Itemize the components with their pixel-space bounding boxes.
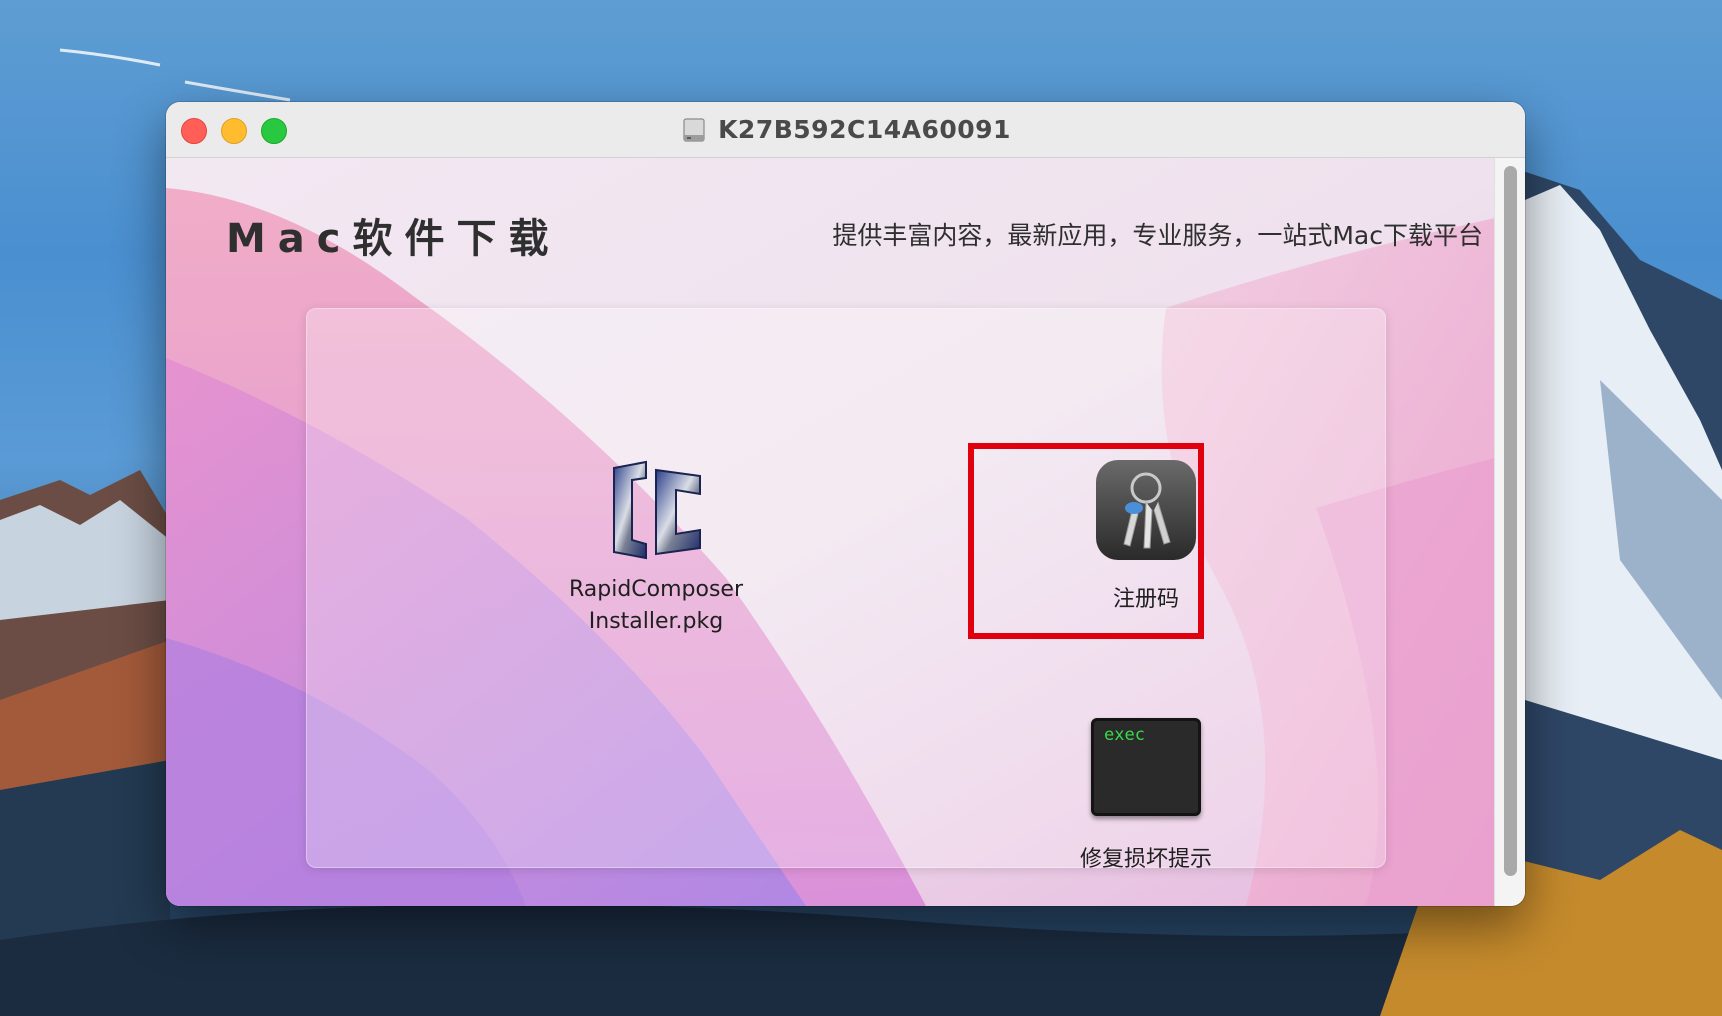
banner-tagline: 提供丰富内容，最新应用，专业服务，一站式Mac下载平台 bbox=[832, 221, 1483, 250]
window-title-group: K27B592C14A60091 bbox=[166, 102, 1525, 157]
window-title: K27B592C14A60091 bbox=[718, 115, 1011, 144]
highlight-box bbox=[968, 443, 1204, 639]
disk-image-icon bbox=[683, 117, 705, 142]
exec-icon-text: exec bbox=[1104, 725, 1145, 745]
banner-heading: Mac软件下载 bbox=[226, 216, 561, 262]
repair-hint-label: 修复损坏提示 bbox=[1079, 847, 1212, 872]
finder-window: K27B592C14A60091 Mac软件下载 提供丰富内容，最新应用，专业服… bbox=[166, 102, 1525, 906]
scrollbar-thumb[interactable] bbox=[1504, 166, 1517, 876]
vertical-scrollbar[interactable] bbox=[1494, 158, 1525, 906]
installer-label-line1: RapidComposer bbox=[568, 577, 744, 602]
dmg-content-area: Mac软件下载 提供丰富内容，最新应用，专业服务，一站式Mac下载平台 Rapi… bbox=[166, 158, 1495, 906]
installer-label-line2: Installer.pkg bbox=[588, 609, 724, 634]
repair-hint-item[interactable]: exec 修复损坏提示 bbox=[1026, 718, 1266, 876]
terminal-exec-icon: exec bbox=[1091, 718, 1201, 816]
title-bar[interactable]: K27B592C14A60091 bbox=[166, 102, 1525, 158]
rapidcomposer-app-icon bbox=[613, 460, 701, 560]
installer-pkg-item[interactable]: RapidComposer Installer.pkg bbox=[536, 448, 776, 638]
